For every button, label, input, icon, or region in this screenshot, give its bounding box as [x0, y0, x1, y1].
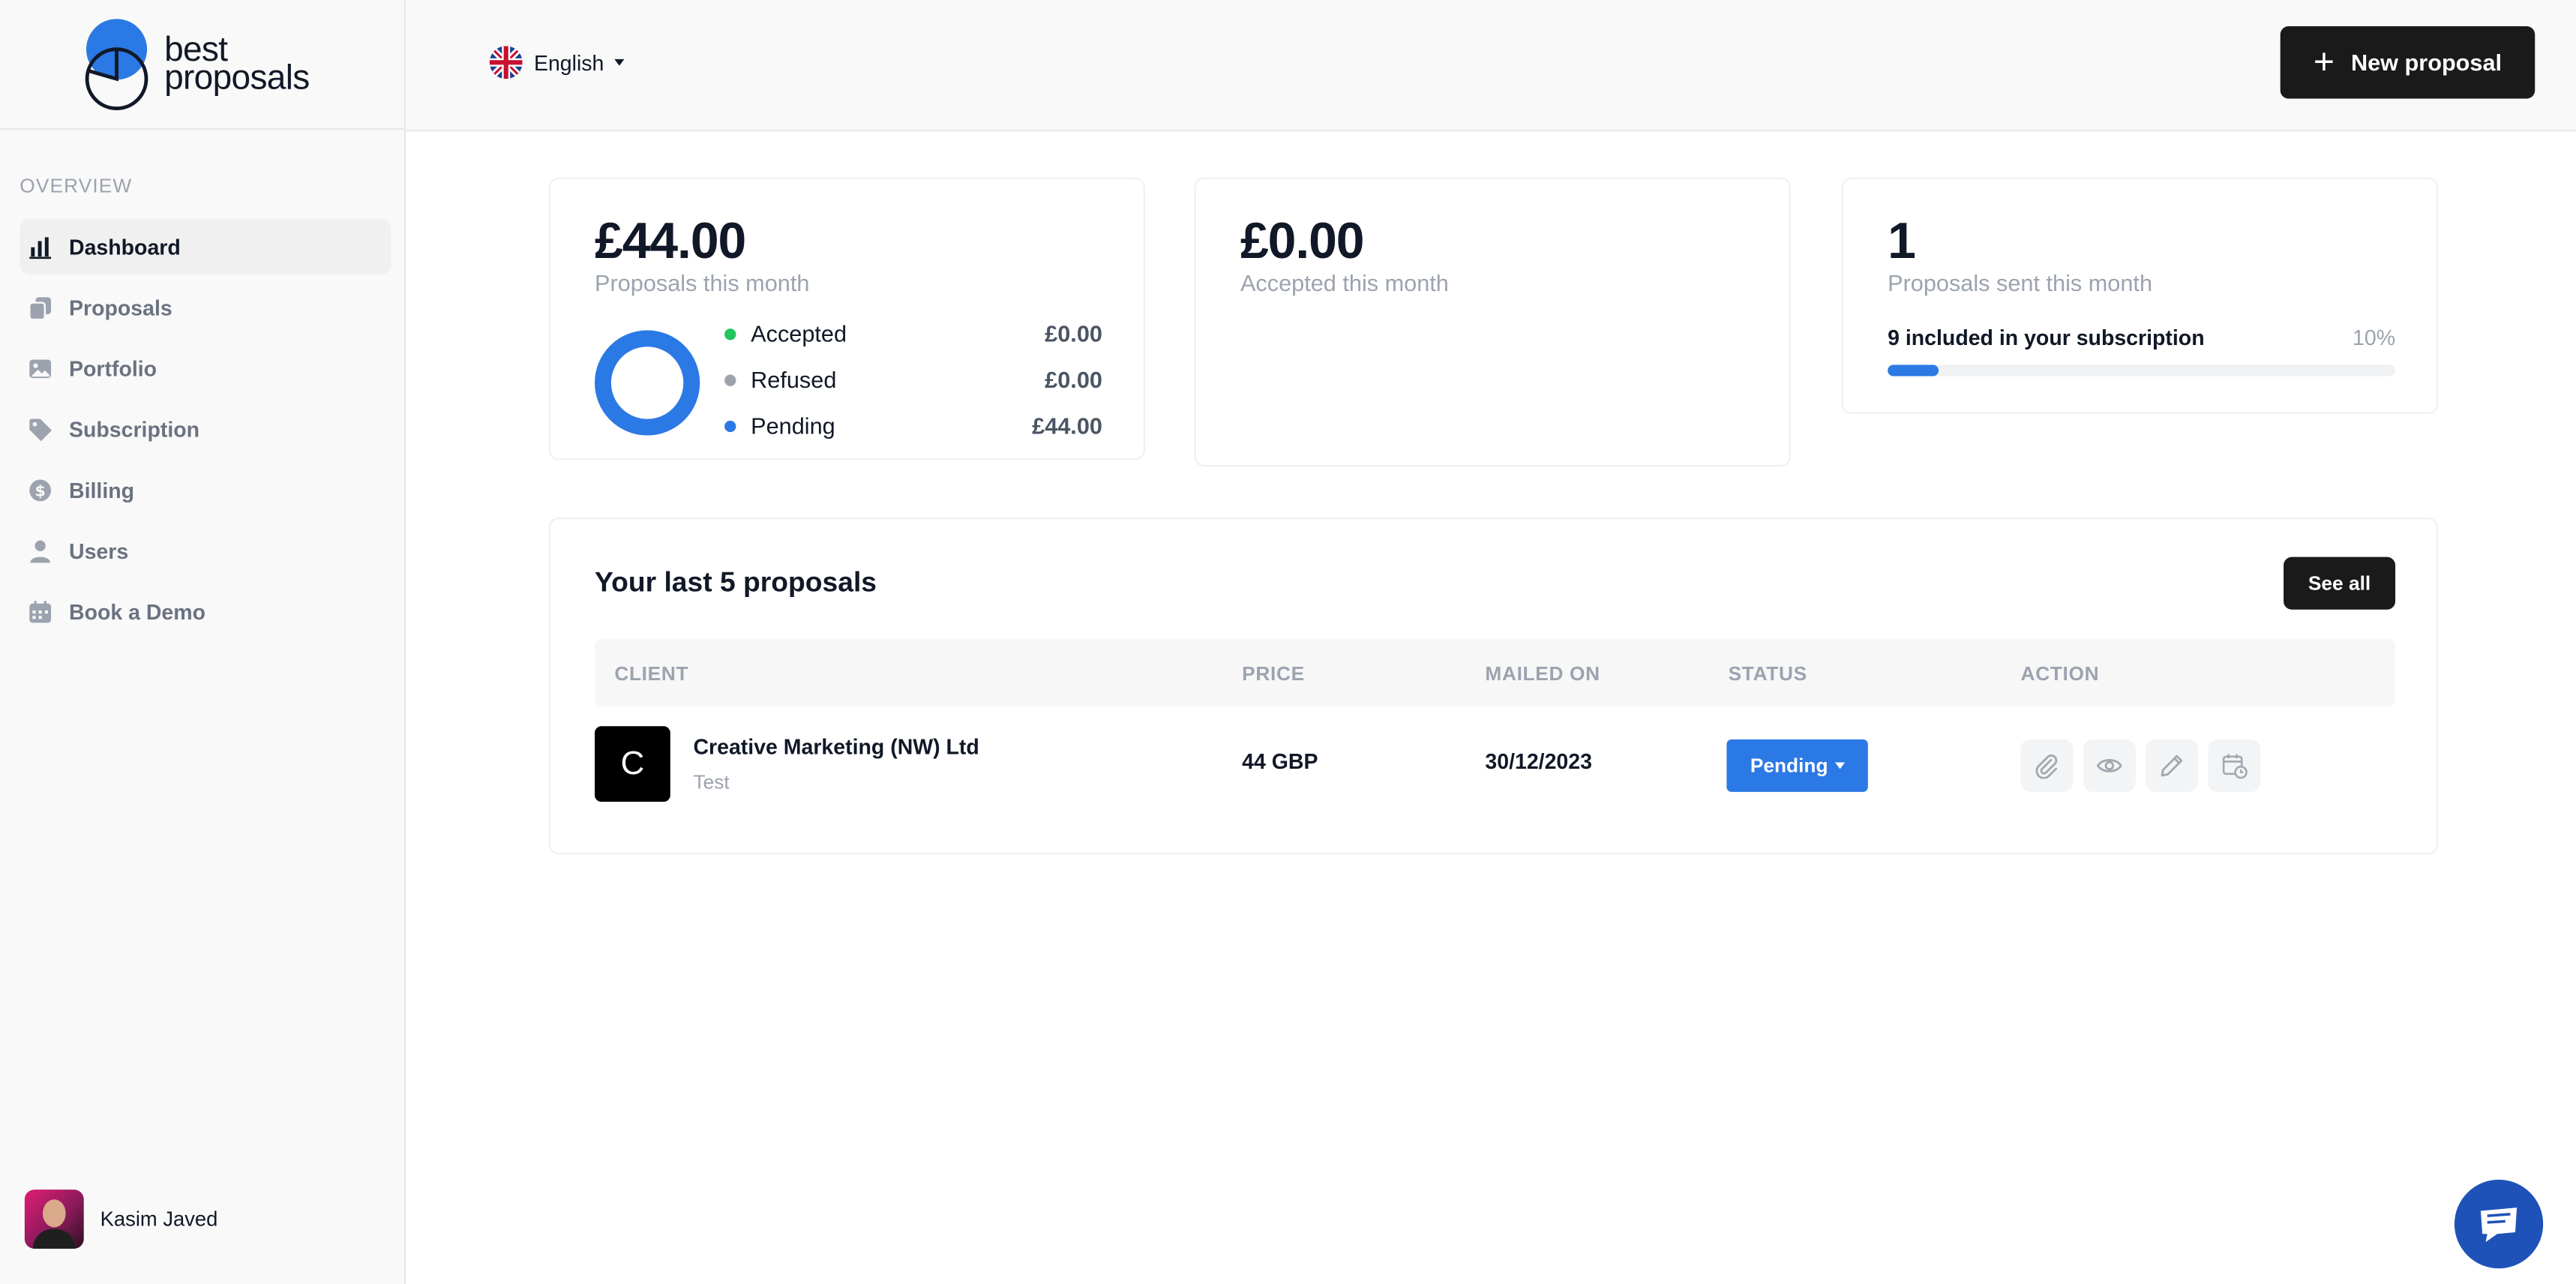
stat-value: £44.00 — [595, 212, 746, 270]
calendar-clock-icon — [2222, 754, 2248, 779]
new-proposal-button[interactable]: + New proposal — [2280, 26, 2536, 99]
legend-dot — [724, 328, 736, 340]
client-avatar: C — [595, 726, 670, 802]
stat-card-sent-month: 1 Proposals sent this month 9 included i… — [1841, 177, 2438, 415]
stat-label: Proposals sent this month — [1888, 269, 2153, 296]
sidebar-item-billing[interactable]: $ Billing — [19, 462, 391, 518]
column-header-mailed-on: MAILED ON — [1485, 662, 1600, 686]
sidebar-item-book-demo[interactable]: Book a Demo — [19, 584, 391, 639]
proposals-donut-chart — [595, 330, 700, 436]
status-dropdown[interactable]: Pending — [1726, 739, 1868, 792]
image-icon — [26, 355, 52, 381]
bar-chart-icon — [26, 233, 52, 260]
legend-label: Pending — [751, 412, 835, 439]
chat-launcher-button[interactable] — [2454, 1179, 2544, 1269]
sidebar-item-proposals[interactable]: Proposals — [19, 279, 391, 334]
user-icon — [26, 537, 52, 563]
column-header-action: ACTION — [2020, 662, 2100, 686]
sidebar-item-label: Billing — [69, 477, 135, 502]
avatar — [24, 1190, 84, 1249]
language-selector[interactable]: English — [489, 46, 624, 80]
logo-icon — [85, 19, 148, 110]
sidebar-item-dashboard[interactable]: Dashboard — [19, 218, 391, 274]
user-name: Kasim Javed — [100, 1208, 218, 1231]
logo[interactable]: best proposals — [0, 0, 404, 130]
paperclip-icon — [2035, 754, 2058, 779]
schedule-button[interactable] — [2208, 739, 2261, 792]
client-subtitle: Test — [693, 770, 730, 794]
stat-card-proposals-month: £44.00 Proposals this month Accepted £0.… — [548, 177, 1145, 460]
subscription-usage: 9 included in your subscription 10% — [1888, 326, 2395, 350]
sidebar-item-label: Book a Demo — [69, 598, 206, 624]
language-label: English — [533, 50, 604, 75]
table-header: CLIENT PRICE MAILED ON STATUS ACTION — [595, 639, 2396, 707]
stat-label: Proposals this month — [595, 269, 810, 296]
legend-label: Accepted — [751, 320, 847, 347]
sidebar: best proposals OVERVIEW Dashboard Propos… — [0, 0, 406, 1284]
svg-text:$: $ — [34, 481, 44, 499]
legend-row-refused: Refused £0.00 — [724, 363, 1102, 396]
legend-amount: £0.00 — [1045, 366, 1102, 393]
column-header-client: CLIENT — [614, 662, 689, 686]
chevron-down-icon — [1834, 762, 1845, 770]
user-profile[interactable]: Kasim Javed — [24, 1190, 218, 1249]
legend-label: Refused — [751, 366, 837, 393]
logo-wordmark: best proposals — [164, 31, 310, 98]
recent-proposals-title: Your last 5 proposals — [595, 566, 877, 598]
see-all-button[interactable]: See all — [2284, 556, 2396, 610]
status-label: Pending — [1750, 754, 1828, 778]
dollar-icon: $ — [26, 476, 52, 502]
documents-icon — [26, 294, 52, 320]
copy-link-button[interactable] — [2020, 739, 2074, 792]
uk-flag-icon — [489, 46, 523, 80]
recent-proposals-card: Your last 5 proposals See all CLIENT PRI… — [548, 518, 2438, 855]
legend-amount: £44.00 — [1032, 412, 1102, 439]
sidebar-item-label: Dashboard — [69, 234, 181, 260]
client-name[interactable]: Creative Marketing (NW) Ltd — [693, 734, 979, 759]
sidebar-item-subscription[interactable]: Subscription — [19, 401, 391, 457]
tag-icon — [26, 416, 52, 442]
chevron-down-icon — [613, 58, 624, 66]
sidebar-item-label: Subscription — [69, 416, 200, 442]
view-button[interactable] — [2083, 739, 2136, 792]
eye-icon — [2096, 759, 2122, 772]
legend-amount: £0.00 — [1045, 320, 1102, 347]
sidebar-item-label: Users — [69, 538, 129, 563]
sidebar-item-label: Proposals — [69, 295, 172, 320]
calendar-icon — [26, 598, 52, 624]
stat-value: £0.00 — [1240, 212, 1365, 270]
subscription-label: 9 included in your subscription — [1888, 325, 2205, 350]
progress-fill — [1888, 364, 1939, 376]
pencil-icon — [2161, 754, 2183, 777]
legend-dot — [724, 374, 736, 386]
sidebar-item-users[interactable]: Users — [19, 523, 391, 578]
column-header-status: STATUS — [1728, 662, 1807, 686]
new-proposal-label: New proposal — [2350, 49, 2503, 76]
edit-button[interactable] — [2146, 739, 2199, 792]
sidebar-item-portfolio[interactable]: Portfolio — [19, 340, 391, 395]
column-header-price: PRICE — [1242, 662, 1305, 686]
topbar: English + New proposal — [406, 0, 2576, 132]
legend-row-pending: Pending £44.00 — [724, 409, 1102, 442]
nav-section-overview: OVERVIEW — [19, 174, 133, 197]
legend-row-accepted: Accepted £0.00 — [724, 317, 1102, 350]
price-cell: 44 GBP — [1242, 748, 1318, 774]
plus-icon: + — [2313, 40, 2335, 82]
stat-card-accepted-month: £0.00 Accepted this month — [1194, 177, 1791, 467]
stat-label: Accepted this month — [1240, 269, 1449, 296]
chat-icon — [2480, 1208, 2518, 1243]
mailed-on-cell: 30/12/2023 — [1485, 748, 1592, 774]
stat-value: 1 — [1888, 212, 1916, 270]
legend-dot — [724, 419, 736, 432]
subscription-percent: 10% — [2353, 325, 2396, 350]
sidebar-item-label: Portfolio — [69, 356, 157, 381]
table-row[interactable]: C Creative Marketing (NW) Ltd Test 44 GB… — [595, 706, 2395, 821]
subscription-progress-bar — [1888, 364, 2396, 376]
